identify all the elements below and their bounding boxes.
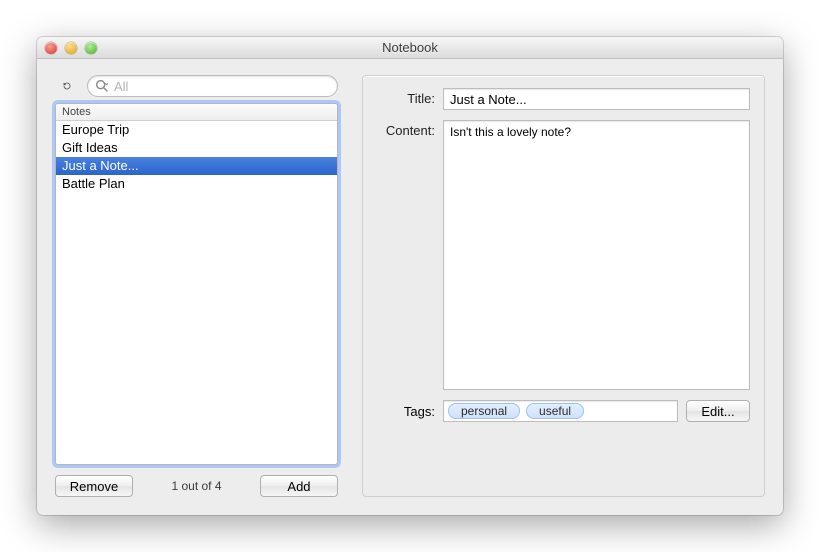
list-item[interactable]: Gift Ideas xyxy=(56,139,337,157)
left-toolbar xyxy=(55,75,338,97)
add-button[interactable]: Add xyxy=(260,475,338,497)
window: Notebook xyxy=(37,37,783,515)
window-title: Notebook xyxy=(382,40,438,55)
edit-button[interactable]: Edit... xyxy=(686,400,750,422)
title-row: Title: xyxy=(377,88,750,110)
zoom-button[interactable] xyxy=(85,42,97,54)
title-label: Title: xyxy=(377,88,435,106)
content-field[interactable]: Isn't this a lovely note? xyxy=(443,120,750,390)
content-row: Content: Isn't this a lovely note? xyxy=(377,120,750,390)
list-item[interactable]: Europe Trip xyxy=(56,121,337,139)
left-bottom-bar: Remove 1 out of 4 Add xyxy=(55,475,338,497)
refresh-icon xyxy=(63,79,71,93)
traffic-lights xyxy=(45,42,97,54)
list-item[interactable]: Battle Plan xyxy=(56,175,337,193)
left-pane: Notes Europe TripGift IdeasJust a Note..… xyxy=(55,75,338,497)
titlebar: Notebook xyxy=(37,37,783,59)
notes-list-header: Notes xyxy=(56,104,337,121)
title-field[interactable] xyxy=(443,88,750,110)
refresh-button[interactable] xyxy=(57,76,77,96)
tags-box[interactable]: personal useful xyxy=(443,400,678,422)
search-input[interactable] xyxy=(87,75,338,97)
list-item[interactable]: Just a Note... xyxy=(56,157,337,175)
counter: 1 out of 4 xyxy=(171,479,221,493)
tag-pill[interactable]: useful xyxy=(526,403,584,419)
detail-pane: Title: Content: Isn't this a lovely note… xyxy=(362,75,765,497)
close-button[interactable] xyxy=(45,42,57,54)
tag-pill[interactable]: personal xyxy=(448,403,520,419)
remove-button[interactable]: Remove xyxy=(55,475,133,497)
window-body: Notes Europe TripGift IdeasJust a Note..… xyxy=(37,59,783,515)
content-label: Content: xyxy=(377,120,435,138)
tags-row: Tags: personal useful Edit... xyxy=(377,400,750,422)
search-field-wrap xyxy=(87,75,338,97)
tags-label: Tags: xyxy=(377,404,435,419)
minimize-button[interactable] xyxy=(65,42,77,54)
notes-list: Notes Europe TripGift IdeasJust a Note..… xyxy=(55,103,338,465)
notes-list-body: Europe TripGift IdeasJust a Note...Battl… xyxy=(56,121,337,464)
